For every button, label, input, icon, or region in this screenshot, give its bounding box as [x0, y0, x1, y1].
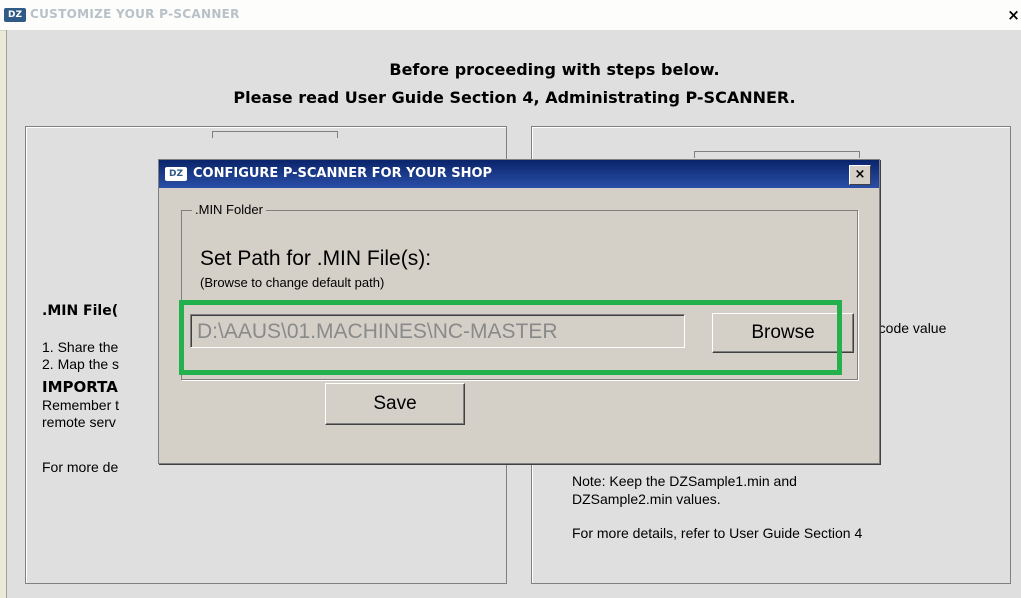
- important-heading: IMPORTA: [42, 378, 118, 396]
- barcode-value-text: rcode value: [874, 320, 947, 336]
- main-title-bar: DZ CUSTOMIZE YOUR P-SCANNER ×: [0, 0, 1021, 31]
- remote-server-text: remote serv: [42, 414, 116, 430]
- note-line-1: Note: Keep the DZSample1.min and: [572, 473, 797, 489]
- min-file-section-title: .MIN File(: [42, 303, 119, 319]
- right-panel-tab: [694, 151, 860, 158]
- dialog-title-bar[interactable]: DZ CONFIGURE P-SCANNER FOR YOUR SHOP ×: [159, 160, 879, 188]
- remember-text: Remember t: [42, 397, 120, 413]
- browse-hint-text: (Browse to change default path): [200, 275, 385, 290]
- step-2-text: 2. Map the s: [42, 356, 120, 372]
- left-more-details-text: For more de: [42, 459, 119, 475]
- main-close-button[interactable]: ×: [1006, 6, 1021, 24]
- main-window-title: CUSTOMIZE YOUR P-SCANNER: [30, 7, 240, 21]
- set-path-label: Set Path for .MIN File(s):: [200, 247, 432, 270]
- note-line-2: DZSample2.min values.: [572, 491, 721, 507]
- min-folder-group-label: .MIN Folder: [192, 202, 266, 217]
- right-more-details-text: For more details, refer to User Guide Se…: [572, 525, 863, 541]
- path-highlight-box: [179, 300, 842, 375]
- save-button[interactable]: Save: [325, 383, 465, 425]
- dialog-close-button[interactable]: ×: [849, 165, 871, 185]
- dialog-dz-logo-icon: DZ: [165, 167, 187, 181]
- heading-line-1: Before proceeding with steps below.: [389, 60, 720, 79]
- left-panel-tab: [212, 131, 338, 138]
- step-1-text: 1. Share the: [42, 339, 119, 355]
- dialog-title: CONFIGURE P-SCANNER FOR YOUR SHOP: [193, 166, 493, 181]
- heading-line-2: Please read User Guide Section 4, Admini…: [233, 88, 796, 107]
- dz-logo-icon: DZ: [4, 8, 26, 22]
